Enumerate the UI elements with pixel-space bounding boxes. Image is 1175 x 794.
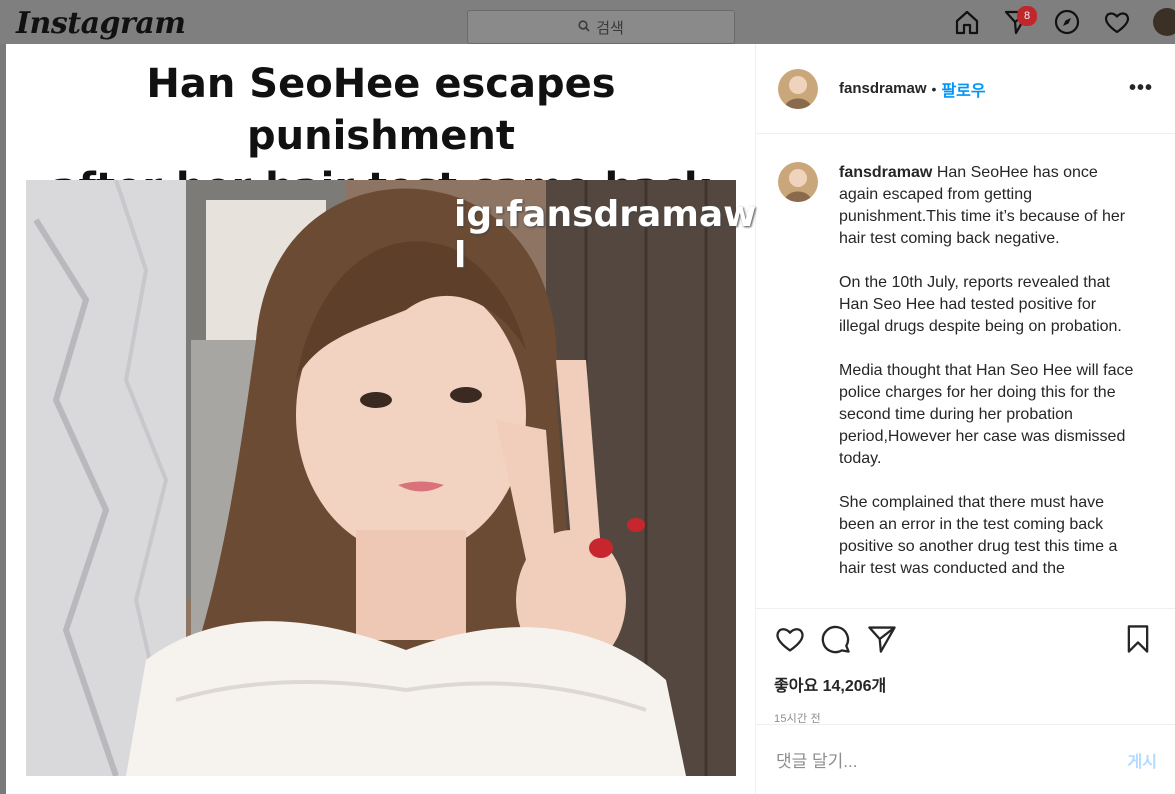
headline-line-1: Han SeoHee escapes punishment bbox=[146, 61, 616, 159]
separator-dot: • bbox=[931, 80, 937, 97]
post-comment-button[interactable]: 게시 bbox=[1128, 748, 1157, 772]
heart-icon[interactable] bbox=[1103, 8, 1131, 36]
author-avatar[interactable] bbox=[778, 68, 818, 109]
direct-icon[interactable]: 8 bbox=[1003, 6, 1037, 36]
caption-paragraph-3: Media thought that Han Seo Hee will face… bbox=[839, 362, 1134, 467]
notification-badge: 8 bbox=[1017, 6, 1037, 26]
top-navigation: Instagram 검색 8 bbox=[0, 0, 1175, 44]
nav-icons: 8 bbox=[953, 6, 1175, 36]
post-media: Han SeoHee escapes punishment after her … bbox=[6, 44, 756, 794]
like-heart-icon[interactable] bbox=[774, 623, 806, 660]
caption-author-avatar[interactable] bbox=[778, 162, 818, 202]
caption-username[interactable]: fansdramaw bbox=[839, 164, 932, 181]
home-icon[interactable] bbox=[953, 8, 981, 36]
caption-section: fansdramaw Han SeoHee has once again esc… bbox=[756, 134, 1175, 607]
caption-paragraph-2: On the 10th July, reports revealed that … bbox=[839, 274, 1122, 335]
comment-input[interactable]: 댓글 달기... bbox=[776, 747, 857, 772]
search-input[interactable]: 검색 bbox=[467, 10, 735, 44]
caption-paragraph-4: She complained that there must have been… bbox=[839, 494, 1118, 577]
post-actions: 좋아요 14,206개 15시간 전 bbox=[756, 608, 1175, 725]
follow-button[interactable]: 팔로우 bbox=[941, 77, 985, 101]
author-username[interactable]: fansdramaw bbox=[839, 80, 927, 97]
post-panel: fansdramaw • 팔로우 ••• fansdramaw Han SeoH… bbox=[756, 44, 1175, 794]
compass-icon[interactable] bbox=[1053, 8, 1081, 36]
bookmark-icon[interactable] bbox=[1123, 623, 1153, 660]
like-count[interactable]: 좋아요 14,206개 bbox=[774, 672, 1157, 696]
watermark-text: ig:fansdramaw l bbox=[454, 194, 757, 276]
more-options-button[interactable]: ••• bbox=[1129, 77, 1153, 100]
post-header: fansdramaw • 팔로우 ••• bbox=[756, 44, 1175, 134]
profile-avatar[interactable] bbox=[1153, 8, 1175, 36]
share-icon[interactable] bbox=[866, 623, 898, 660]
instagram-logo[interactable]: Instagram bbox=[16, 6, 186, 41]
caption-text: fansdramaw Han SeoHee has once again esc… bbox=[839, 162, 1139, 607]
post-modal: Han SeoHee escapes punishment after her … bbox=[6, 44, 1175, 794]
action-row bbox=[774, 623, 1157, 660]
comment-box: 댓글 달기... 게시 bbox=[756, 724, 1175, 794]
search-placeholder: 검색 bbox=[596, 19, 624, 37]
search-icon bbox=[578, 19, 590, 36]
comment-icon[interactable] bbox=[820, 623, 852, 660]
